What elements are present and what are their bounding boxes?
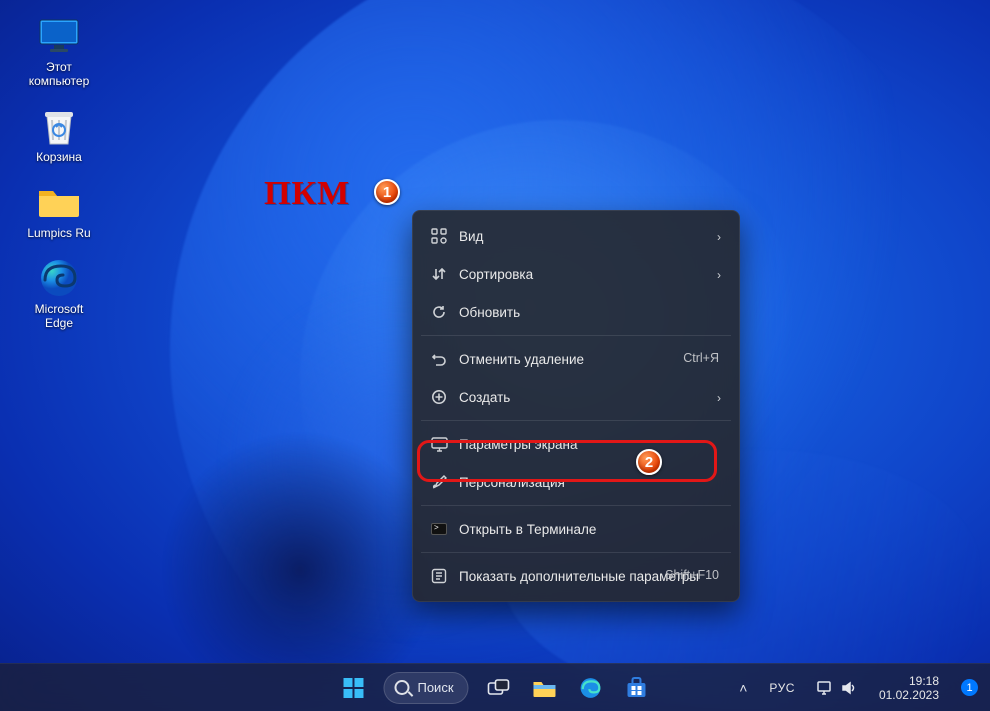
brush-icon: [429, 472, 449, 492]
task-view-icon: [488, 679, 510, 697]
edge-label: Microsoft Edge: [35, 302, 84, 330]
store-button[interactable]: [617, 668, 657, 708]
desktop[interactable]: Этот компьютер Корзина Lumpics Ru Micros…: [0, 0, 990, 711]
ctx-new-label: Создать: [459, 390, 510, 405]
edge-icon: [36, 258, 82, 298]
ctx-separator: [421, 505, 731, 506]
ctx-personalize-label: Персонализация: [459, 475, 565, 490]
display-icon: [429, 434, 449, 454]
chevron-up-icon: ˄: [739, 680, 747, 696]
ctx-view-label: Вид: [459, 229, 483, 244]
plus-circle-icon: [429, 387, 449, 407]
ctx-undo-delete[interactable]: Отменить удаление Ctrl+Я: [419, 340, 733, 378]
chevron-right-icon: ›: [717, 391, 721, 405]
ctx-sort-label: Сортировка: [459, 267, 533, 282]
ctx-sort[interactable]: Сортировка ›: [419, 255, 733, 293]
desktop-icons-area: Этот компьютер Корзина Lumpics Ru Micros…: [0, 0, 120, 348]
language-label: РУС: [769, 681, 795, 695]
chevron-right-icon: ›: [717, 230, 721, 244]
folder-icon: [36, 182, 82, 222]
sort-icon: [429, 264, 449, 284]
chevron-right-icon: ›: [717, 268, 721, 282]
monitor-icon: [36, 16, 82, 56]
ctx-refresh-label: Обновить: [459, 305, 520, 320]
edge-shortcut[interactable]: Microsoft Edge: [14, 258, 104, 330]
explorer-button[interactable]: [525, 668, 565, 708]
quick-settings-button[interactable]: [811, 668, 863, 708]
clock-date: 01.02.2023: [879, 688, 939, 702]
clock-time: 19:18: [879, 674, 939, 688]
refresh-icon: [429, 302, 449, 322]
taskbar-search[interactable]: Поиск: [383, 672, 468, 704]
ctx-more-options[interactable]: Показать дополнительные параметры Shift+…: [419, 557, 733, 595]
annotation-marker-1: 1: [374, 179, 400, 205]
ctx-display-label: Параметры экрана: [459, 437, 578, 452]
ctx-new[interactable]: Создать ›: [419, 378, 733, 416]
desktop-context-menu: Вид › Сортировка › Обновить Отменить уда…: [412, 210, 740, 602]
recycle-bin-label: Корзина: [36, 150, 82, 164]
ctx-separator: [421, 335, 731, 336]
microsoft-store-icon: [626, 677, 648, 699]
taskbar-search-label: Поиск: [417, 680, 453, 695]
undo-icon: [429, 349, 449, 369]
ctx-more-shortcut: Shift+F10: [665, 568, 719, 582]
annotation-marker-2: 2: [636, 449, 662, 475]
edge-icon: [580, 677, 602, 699]
ctx-display-settings[interactable]: Параметры экрана: [419, 425, 733, 463]
volume-icon: [841, 681, 857, 695]
annotation-pkm-label: ПКМ: [264, 175, 350, 213]
search-icon: [394, 680, 409, 695]
task-view-button[interactable]: [479, 668, 519, 708]
taskbar: Поиск ˄ РУС 19:18: [0, 663, 990, 711]
this-pc-shortcut[interactable]: Этот компьютер: [14, 16, 104, 88]
tray-overflow-button[interactable]: ˄: [733, 668, 753, 708]
input-language-button[interactable]: РУС: [763, 668, 801, 708]
ctx-view[interactable]: Вид ›: [419, 217, 733, 255]
this-pc-label: Этот компьютер: [29, 60, 90, 88]
ctx-separator: [421, 420, 731, 421]
ctx-open-terminal[interactable]: Открыть в Терминале: [419, 510, 733, 548]
folder-label: Lumpics Ru: [27, 226, 90, 240]
terminal-icon: [429, 519, 449, 539]
ctx-undo-label: Отменить удаление: [459, 352, 584, 367]
taskbar-system-tray: ˄ РУС 19:18 01.02.2023 1: [733, 664, 984, 711]
ctx-more-label: Показать дополнительные параметры: [459, 569, 699, 584]
recycle-bin-shortcut[interactable]: Корзина: [14, 106, 104, 164]
clock-button[interactable]: 19:18 01.02.2023: [873, 668, 945, 708]
ctx-undo-shortcut: Ctrl+Я: [683, 351, 719, 365]
start-button[interactable]: [333, 668, 373, 708]
taskbar-center-apps: Поиск: [333, 668, 656, 708]
ctx-terminal-label: Открыть в Терминале: [459, 522, 596, 537]
windows-start-icon: [343, 678, 363, 698]
notifications-button[interactable]: 1: [955, 668, 984, 708]
ctx-personalize[interactable]: Персонализация: [419, 463, 733, 501]
folder-shortcut[interactable]: Lumpics Ru: [14, 182, 104, 240]
edge-taskbar-button[interactable]: [571, 668, 611, 708]
notification-badge: 1: [961, 679, 978, 696]
ctx-refresh[interactable]: Обновить: [419, 293, 733, 331]
network-icon: [817, 681, 833, 695]
file-explorer-icon: [533, 678, 557, 698]
recycle-bin-icon: [36, 106, 82, 146]
view-icon: [429, 226, 449, 246]
more-options-icon: [429, 566, 449, 586]
ctx-separator: [421, 552, 731, 553]
